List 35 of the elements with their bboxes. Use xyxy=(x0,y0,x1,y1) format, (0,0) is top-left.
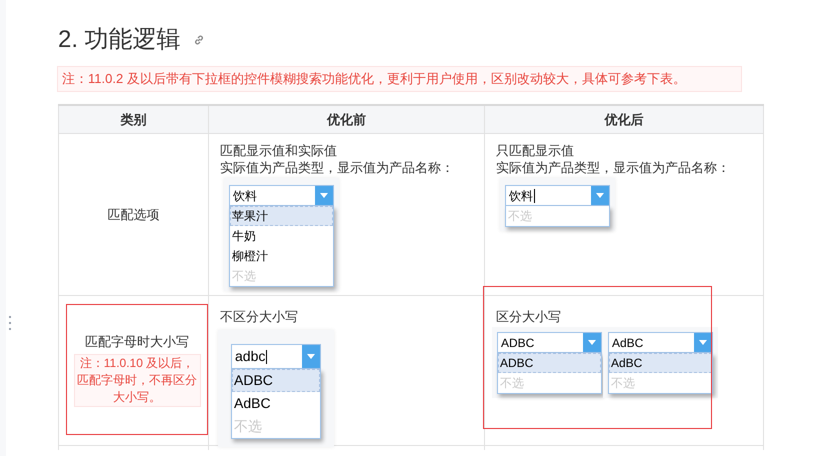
dropdown-option[interactable]: 苹果汁 xyxy=(230,206,333,226)
input-value: adbc xyxy=(235,347,266,366)
combo-box[interactable]: adbc xyxy=(231,344,321,369)
combo-box[interactable]: ADBC xyxy=(497,332,602,353)
dropdown-option[interactable]: 柳橙汁 xyxy=(230,246,333,266)
dropdown-option[interactable]: 牛奶 xyxy=(230,226,333,246)
combo-box[interactable]: 饮料 xyxy=(505,185,610,206)
cell-text: 区分大小写 xyxy=(496,308,562,325)
input-value: ADBC xyxy=(501,334,534,352)
cell-text: 不区分大小写 xyxy=(220,308,299,325)
column-header: 优化后 xyxy=(484,106,764,133)
input-value: 饮料 xyxy=(509,188,533,204)
cell-text: 只匹配显示值 xyxy=(496,142,575,159)
cell-text: 实际值为产品类型，显示值为产品名称： xyxy=(496,159,731,176)
note-text: 注：11.0.2 及以后带有下拉框的控件模糊搜索功能优化，更利于用户使用，区别改动较大，具体可参考下表。 xyxy=(57,66,742,92)
column-header: 类别 xyxy=(58,106,208,133)
dropdown-option[interactable]: ADBC xyxy=(498,353,601,373)
combo-box[interactable]: 饮料 xyxy=(229,185,334,206)
combo-box[interactable]: AdBC xyxy=(608,332,713,353)
dropdown-option[interactable]: AdBC xyxy=(609,353,712,373)
drag-handle-icon[interactable] xyxy=(9,316,12,330)
column-header: 优化前 xyxy=(208,106,484,133)
section-heading: 2. 功能逻辑 xyxy=(58,25,181,55)
dropdown-option[interactable]: AdBC xyxy=(232,392,320,415)
cell-text: 实际值为产品类型，显示值为产品名称： xyxy=(220,159,455,176)
cell-text: 匹配显示值和实际值 xyxy=(220,142,338,159)
note-text: 注：11.0.10 及以后，匹配字母时，不再区分大小写。 xyxy=(74,354,200,407)
input-value: 饮料 xyxy=(233,188,257,204)
link-icon[interactable] xyxy=(192,34,205,46)
input-value: AdBC xyxy=(612,334,644,352)
category-label: 匹配字母时大小写 xyxy=(85,333,189,352)
text-cursor xyxy=(266,350,268,364)
dropdown-option[interactable]: ADBC xyxy=(232,369,320,392)
category-label: 匹配选项 xyxy=(108,206,160,224)
text-cursor xyxy=(534,188,535,202)
